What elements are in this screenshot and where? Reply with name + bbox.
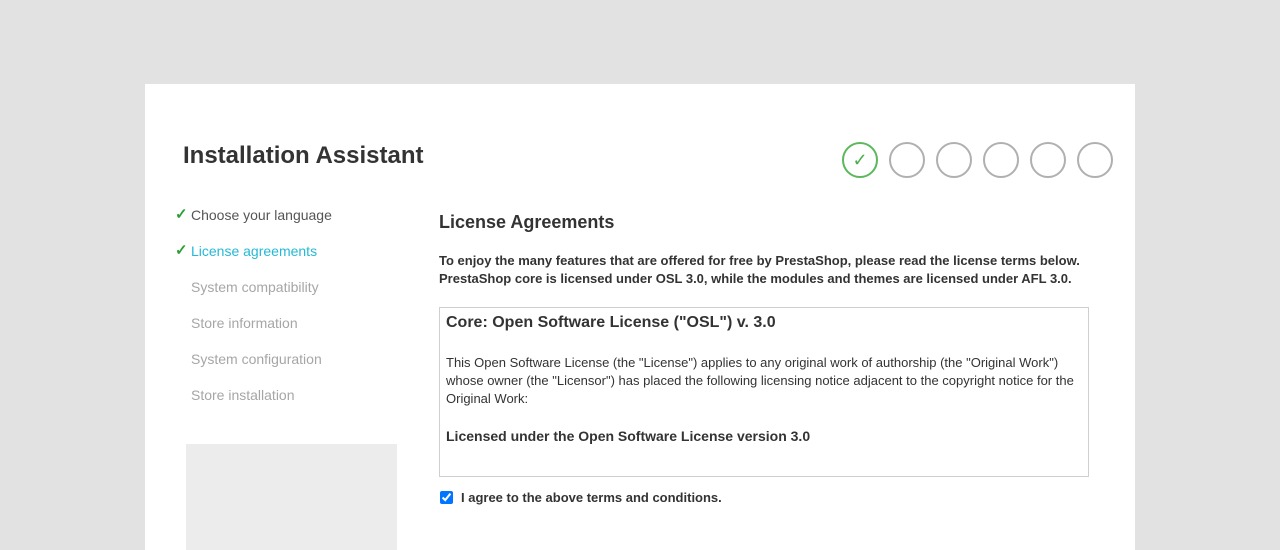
checkmark-icon: ✓ xyxy=(175,206,188,223)
license-body: This Open Software License (the "License… xyxy=(446,355,1074,406)
sidebar-item-label: System configuration xyxy=(191,351,322,367)
sidebar-item-store-information: Store information xyxy=(175,314,405,350)
license-subheading: Licensed under the Open Software License… xyxy=(446,428,811,444)
sidebar-item-system-configuration: System configuration xyxy=(175,350,405,386)
step-indicator-3 xyxy=(936,142,972,178)
step-indicator-6 xyxy=(1077,142,1113,178)
license-heading: Core: Open Software License ("OSL") v. 3… xyxy=(446,314,776,331)
sidebar-item-license-agreements[interactable]: ✓ License agreements xyxy=(175,242,405,278)
page-title: Installation Assistant xyxy=(183,142,424,169)
agree-label: I agree to the above terms and condition… xyxy=(461,490,722,505)
sidebar-item-store-installation: Store installation xyxy=(175,386,405,422)
main-content: License Agreements To enjoy the many fea… xyxy=(439,212,1099,505)
step-indicator-5 xyxy=(1030,142,1066,178)
sidebar-item-label: System compatibility xyxy=(191,279,319,295)
intro-line: To enjoy the many features that are offe… xyxy=(439,253,1080,268)
intro-line: PrestaShop core is licensed under OSL 3.… xyxy=(439,271,1072,286)
sidebar-item-choose-language[interactable]: ✓ Choose your language xyxy=(175,206,405,242)
sidebar-item-system-compatibility: System compatibility xyxy=(175,278,405,314)
sidebar-item-label: Choose your language xyxy=(191,207,332,223)
progress-steps: ✓ xyxy=(842,142,1113,178)
sidebar-item-label: License agreements xyxy=(191,243,318,259)
intro-text: To enjoy the many features that are offe… xyxy=(439,252,1099,288)
checkmark-icon: ✓ xyxy=(175,242,188,259)
sidebar-item-label: Store installation xyxy=(191,387,295,403)
section-title: License Agreements xyxy=(439,212,615,232)
step-indicator-2 xyxy=(889,142,925,178)
agree-checkbox[interactable] xyxy=(440,491,453,504)
checkmark-icon: ✓ xyxy=(852,149,868,170)
step-indicator-4 xyxy=(983,142,1019,178)
sidebar-info-box xyxy=(186,444,397,550)
license-text-box[interactable]: Core: Open Software License ("OSL") v. 3… xyxy=(439,307,1089,477)
steps-sidebar: ✓ Choose your language ✓ License agreeme… xyxy=(175,206,405,422)
installer-panel: Installation Assistant ✓ ✓ Choose your l… xyxy=(145,84,1135,550)
agree-terms[interactable]: I agree to the above terms and condition… xyxy=(439,490,722,505)
sidebar-item-label: Store information xyxy=(191,315,298,331)
step-indicator-1: ✓ xyxy=(842,142,878,178)
